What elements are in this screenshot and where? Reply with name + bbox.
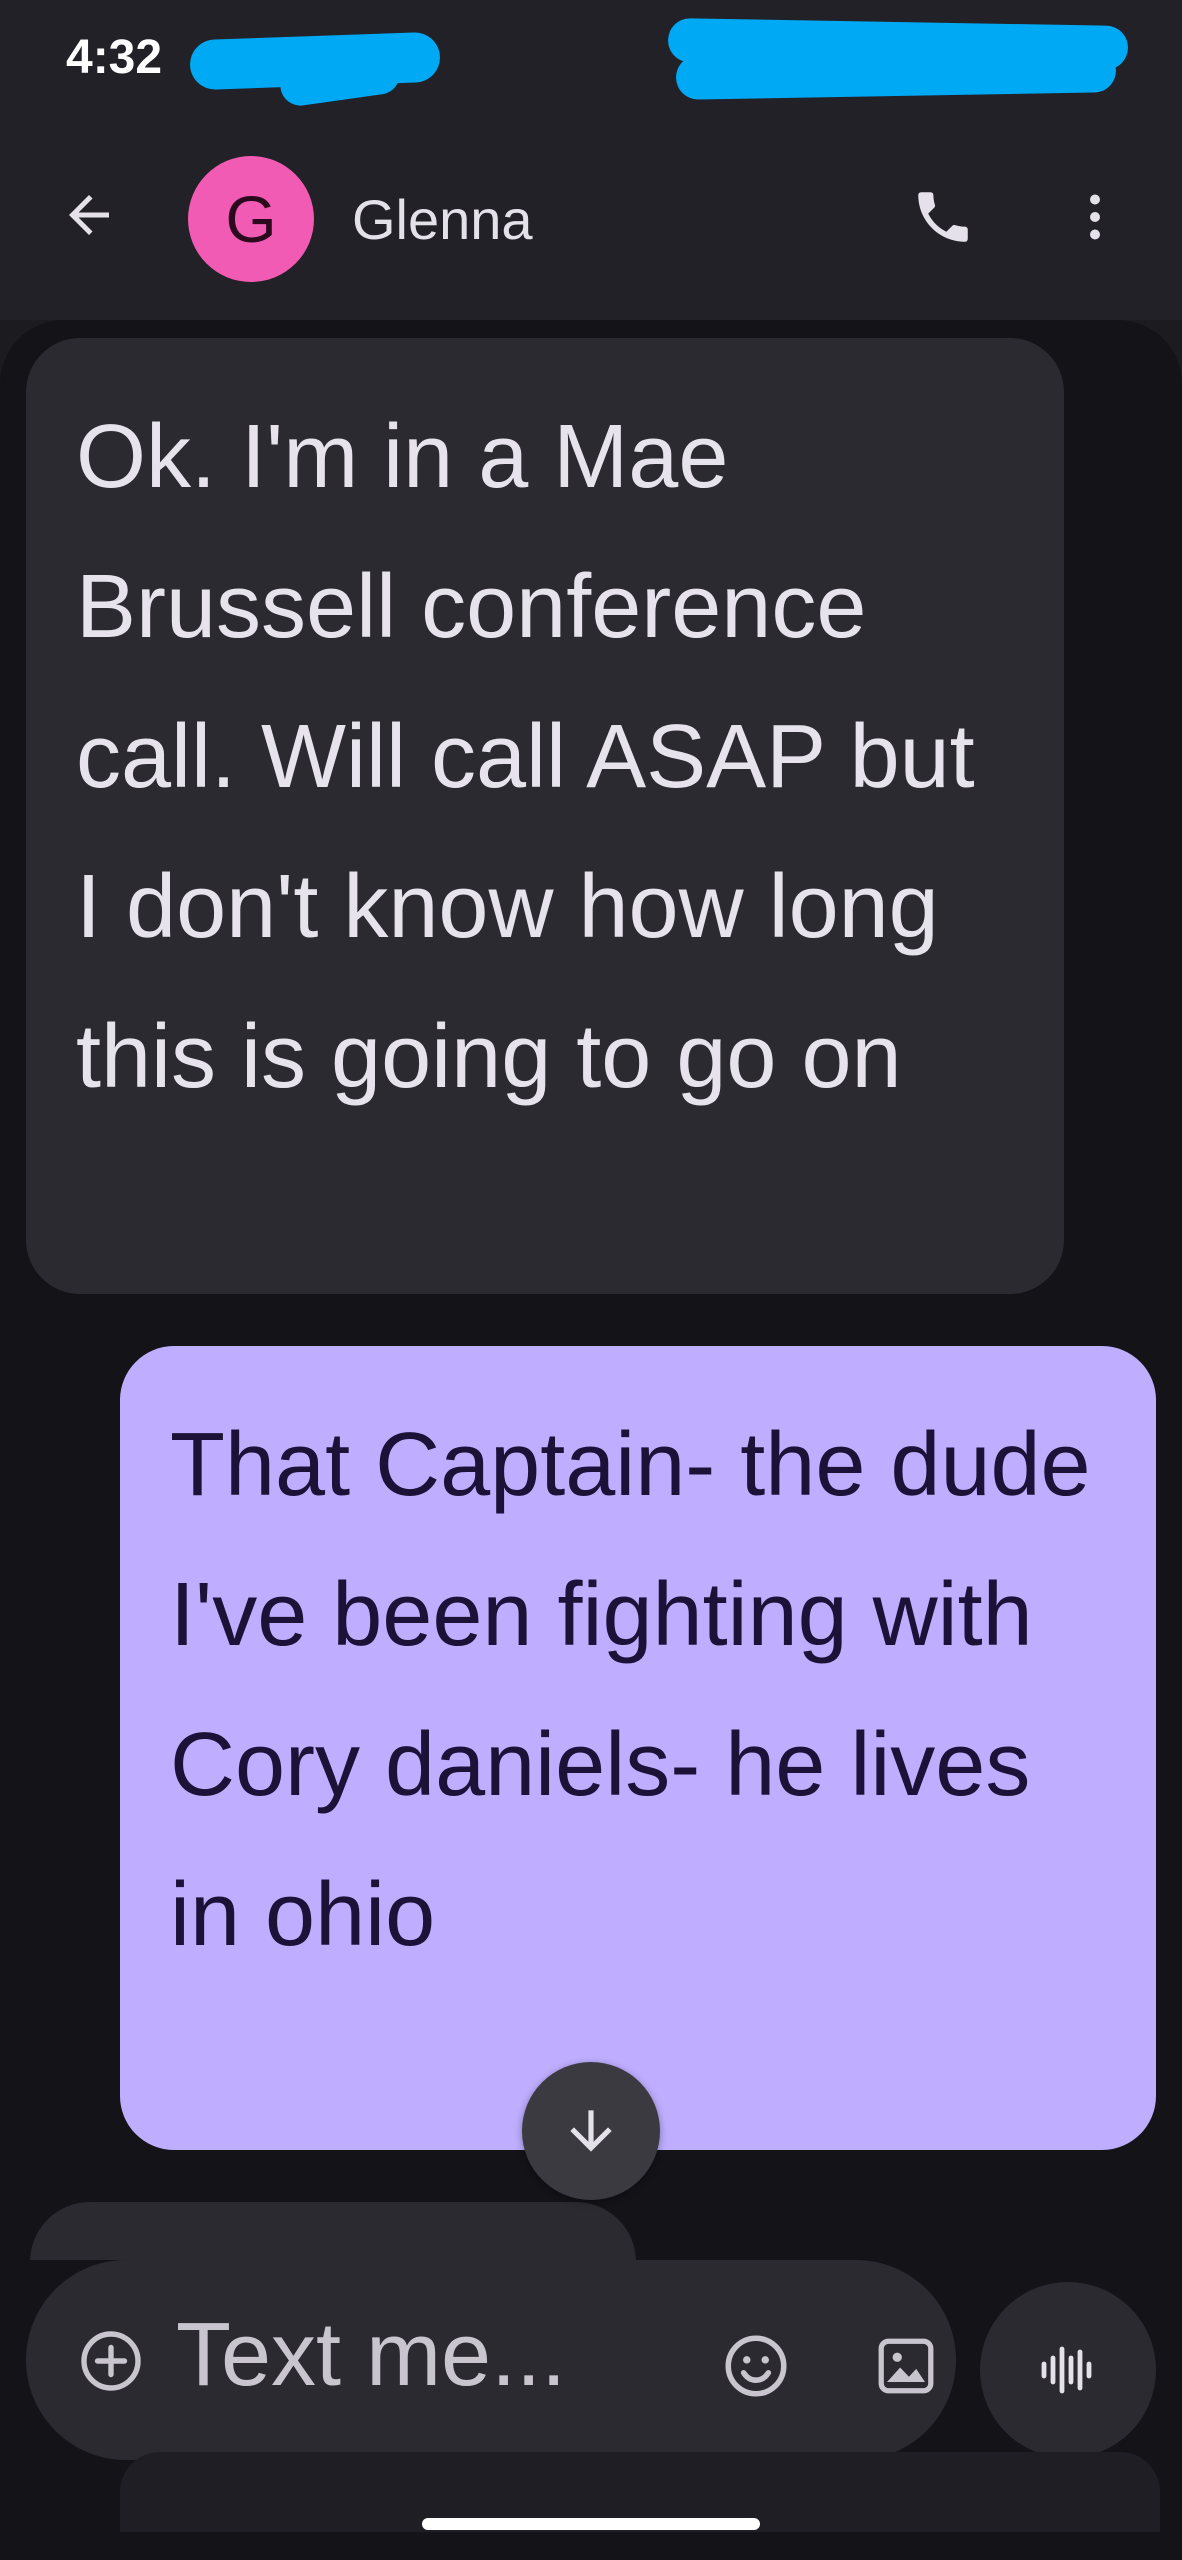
voice-message-button[interactable] (980, 2282, 1156, 2458)
message-input[interactable]: Text me... (176, 2300, 646, 2410)
partial-message-bubble[interactable] (30, 2202, 636, 2260)
arrow-down-icon (570, 2110, 612, 2152)
back-button[interactable] (44, 170, 134, 260)
messages-screen: 4:32 G Glenna Ok. I'm in a Mae Brussell … (0, 0, 1182, 2560)
home-indicator[interactable] (422, 2518, 760, 2530)
gallery-button[interactable] (856, 2316, 956, 2416)
avatar[interactable]: G (188, 156, 314, 282)
phone-icon (918, 192, 968, 242)
redaction-mark (675, 48, 1117, 100)
more-vert-icon (1090, 194, 1100, 240)
status-time: 4:32 (66, 31, 163, 84)
scroll-to-bottom-button[interactable] (522, 2062, 660, 2200)
voice-waveform-icon (1041, 2346, 1092, 2394)
arrow-back-icon (69, 195, 109, 235)
status-bar: 4:32 (0, 0, 1182, 120)
emoji-button[interactable] (706, 2316, 806, 2416)
message-text: That Captain- the dude I've been fightin… (170, 1415, 1091, 1965)
avatar-initial: G (225, 182, 277, 256)
call-button[interactable] (898, 172, 988, 262)
message-list[interactable]: Ok. I'm in a Mae Brussell conference cal… (0, 320, 1182, 2260)
add-attachment-button[interactable] (66, 2316, 156, 2406)
add-circle-icon (81, 2331, 141, 2391)
gallery-icon (878, 2338, 934, 2394)
conversation-header: G Glenna (0, 120, 1182, 320)
emoji-icon (725, 2335, 787, 2397)
more-options-button[interactable] (1050, 172, 1140, 262)
received-message-bubble[interactable]: Ok. I'm in a Mae Brussell conference cal… (26, 338, 1064, 1294)
compose-field: Text me... (26, 2260, 956, 2460)
message-text: Ok. I'm in a Mae Brussell conference cal… (76, 407, 975, 1107)
contact-name[interactable]: Glenna (352, 190, 533, 250)
sent-message-bubble[interactable]: That Captain- the dude I've been fightin… (120, 1346, 1156, 2150)
